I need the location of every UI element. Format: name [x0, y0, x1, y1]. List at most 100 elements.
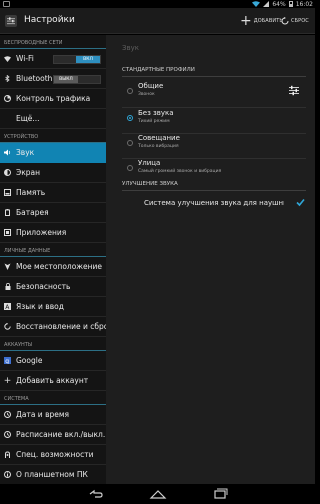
notification-icon: [3, 1, 10, 7]
battery-status-icon: [288, 1, 293, 7]
recent-apps-icon[interactable]: [210, 486, 230, 502]
sidebar-item-language[interactable]: A Язык и ввод: [0, 297, 106, 317]
profile-general[interactable]: Общие Звонок: [122, 80, 306, 106]
battery-percent: 64%: [272, 0, 286, 8]
battery-icon: [4, 209, 11, 216]
sidebar-item-google[interactable]: g Google: [0, 351, 106, 371]
reset-button[interactable]: СБРОС: [281, 13, 309, 29]
detail-title: Звук: [122, 44, 139, 52]
sidebar-item-about[interactable]: О планшетном ПК: [0, 465, 106, 485]
profile-radio[interactable]: [127, 88, 133, 94]
profile-outdoor[interactable]: Улица Самый громкий звонок и вибрация: [122, 157, 306, 183]
sidebar-item-wifi[interactable]: Wi-Fi ВКЛ: [0, 49, 106, 69]
section-header-wireless: БЕСПРОВОДНЫЕ СЕТИ: [0, 35, 106, 49]
sidebar-item-label: Язык и ввод: [16, 302, 64, 311]
profile-name: Совещание: [138, 134, 180, 142]
sidebar-item-label: Ещё...: [16, 114, 40, 123]
section-header-accounts: АККАУНТЫ: [0, 337, 106, 351]
sidebar-item-sound[interactable]: Звук: [0, 143, 106, 163]
back-icon[interactable]: [85, 486, 105, 502]
info-icon: [4, 471, 11, 478]
sidebar-item-label: Bluetooth: [16, 74, 53, 83]
sidebar-item-label: Контроль трафика: [16, 94, 91, 103]
sidebar-item-label: Приложения: [16, 228, 67, 237]
sidebar-item-label: Расписание вкл./выкл. п: [16, 430, 106, 439]
storage-icon: [4, 189, 11, 196]
sound-enhancement-row[interactable]: Система улучшения звука для наушни: [122, 195, 306, 213]
add-button[interactable]: + ДОБАВИТЬ: [240, 13, 283, 29]
sidebar-item-label: Спец. возможности: [16, 450, 94, 459]
location-icon: [4, 263, 11, 270]
plus-icon: +: [240, 13, 252, 29]
wifi-toggle[interactable]: ВКЛ: [53, 55, 101, 64]
section-header-personal: ЛИЧНЫЕ ДАННЫЕ: [0, 243, 106, 257]
sidebar-item-label: Добавить аккаунт: [16, 376, 89, 385]
profile-radio[interactable]: [127, 165, 133, 171]
sidebar-item-label: Безопасность: [16, 282, 71, 291]
data-usage-icon: [4, 95, 11, 102]
sidebar-item-accessibility[interactable]: Спец. возможности: [0, 445, 106, 465]
sound-icon: [4, 149, 11, 156]
profile-radio[interactable]: [127, 115, 133, 121]
toggle-knob: ВКЛ: [76, 56, 100, 63]
bluetooth-toggle[interactable]: ВЫКЛ: [53, 75, 101, 84]
sidebar-item-bluetooth[interactable]: Bluetooth ВЫКЛ: [0, 69, 106, 89]
enhancement-checkbox[interactable]: [296, 198, 305, 207]
sidebar-item-backup[interactable]: Восстановление и сброс: [0, 317, 106, 337]
add-label: ДОБАВИТЬ: [253, 18, 283, 24]
sidebar-item-label: Восстановление и сброс: [16, 322, 106, 331]
sidebar-item-label: Wi-Fi: [16, 54, 34, 63]
profile-subtitle: Самый громкий звонок и вибрация: [138, 169, 222, 174]
settings-sidebar: БЕСПРОВОДНЫЕ СЕТИ Wi-Fi ВКЛ Bluetooth ВЫ…: [0, 35, 106, 485]
sidebar-item-label: Google: [16, 356, 43, 365]
sidebar-item-label: Память: [16, 188, 46, 197]
reset-label: СБРОС: [291, 18, 309, 24]
sidebar-item-display[interactable]: Экран: [0, 163, 106, 183]
profile-subtitle: Звонок: [138, 92, 155, 97]
clock-time: 16:02: [295, 0, 313, 8]
profile-subtitle: Только вибрация: [138, 144, 179, 149]
google-icon: g: [4, 357, 11, 364]
enhancement-header: УЛУЧШЕНИЕ ЗВУКА: [122, 181, 306, 191]
accessibility-icon: [4, 451, 11, 458]
profile-settings-icon[interactable]: [288, 84, 300, 96]
status-right: 64% 16:02: [252, 0, 313, 8]
bluetooth-icon: [4, 75, 11, 82]
sidebar-item-power-schedule[interactable]: Расписание вкл./выкл. п: [0, 425, 106, 445]
profile-name: Улица: [138, 159, 161, 167]
sidebar-item-label: Дата и время: [16, 410, 70, 419]
sidebar-item-storage[interactable]: Память: [0, 183, 106, 203]
status-bar: 64% 16:02: [0, 0, 315, 8]
sidebar-item-add-account[interactable]: + Добавить аккаунт: [0, 371, 106, 391]
signal-icon: [263, 1, 270, 7]
sidebar-item-label: Звук: [16, 148, 35, 157]
sidebar-item-label: О планшетном ПК: [16, 470, 88, 479]
profile-silent[interactable]: Без звука Тихий режим: [122, 107, 306, 133]
reset-icon: [281, 17, 289, 25]
profile-radio[interactable]: [127, 140, 133, 146]
profile-subtitle: Тихий режим: [138, 119, 170, 124]
sidebar-item-date-time[interactable]: Дата и время: [0, 405, 106, 425]
home-icon[interactable]: [148, 486, 168, 502]
sidebar-item-location[interactable]: Мое местоположение: [0, 257, 106, 277]
language-icon: A: [4, 303, 11, 310]
clock-icon: [4, 411, 11, 418]
sidebar-item-label: Мое местоположение: [16, 262, 103, 271]
sidebar-item-battery[interactable]: Батарея: [0, 203, 106, 223]
add-icon: +: [3, 375, 12, 386]
sidebar-item-security[interactable]: Безопасность: [0, 277, 106, 297]
sidebar-item-more[interactable]: Ещё...: [0, 109, 106, 129]
lock-icon: [4, 283, 11, 290]
settings-app-icon[interactable]: [4, 14, 18, 28]
apps-icon: [4, 229, 11, 236]
navigation-bar: [0, 484, 315, 504]
toggle-knob: ВЫКЛ: [54, 76, 78, 83]
sidebar-item-data-usage[interactable]: Контроль трафика: [0, 89, 106, 109]
sidebar-item-label: Экран: [16, 168, 41, 177]
svg-text:g: g: [5, 358, 9, 364]
section-header-system: СИСТЕМА: [0, 391, 106, 405]
wifi-icon: [4, 55, 11, 62]
sidebar-item-apps[interactable]: Приложения: [0, 223, 106, 243]
profile-meeting[interactable]: Совещание Только вибрация: [122, 132, 306, 158]
power-schedule-icon: [4, 431, 11, 438]
